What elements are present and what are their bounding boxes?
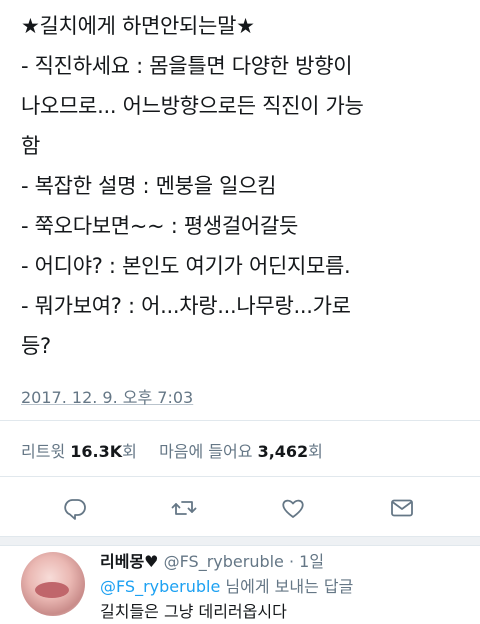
share-button[interactable] <box>386 492 418 524</box>
tweet-line: - 뭐가보여? : 어...차랑...나무랑...가로 <box>21 294 351 318</box>
tweet-line: - 쭉오다보면~~ : 평생걸어갈듯 <box>21 214 298 238</box>
tweet-line: - 복잡한 설명 : 멘붕을 일으킴 <box>21 174 277 198</box>
reply-mention-link[interactable]: @FS_ryberuble <box>100 577 220 596</box>
reply-header: 리베몽♥ @FS_ryberuble · 1일 <box>100 552 325 571</box>
tweet-text: ★길치에게 하면안되는말★ - 직진하세요 : 몸을틀면 다양한 방향이 나오므… <box>21 6 466 366</box>
divider <box>0 420 480 421</box>
reply-icon <box>64 499 86 520</box>
like-unit: 회 <box>308 442 323 461</box>
tweet-stats: 리트윗 16.3K회 마음에 들어요 3,462회 <box>21 438 323 462</box>
like-button[interactable] <box>277 492 309 524</box>
tweet-action-bar <box>0 492 480 524</box>
retweet-unit: 회 <box>122 442 137 461</box>
reply-tweet[interactable]: 리베몽♥ @FS_ryberuble · 1일 @FS_ryberuble 님에… <box>0 546 480 624</box>
tweet-line: - 직진하세요 : 몸을틀면 다양한 방향이 <box>21 54 353 78</box>
tweet-timestamp-link[interactable]: 2017. 12. 9. 오후 7:03 <box>21 384 193 408</box>
like-heart-icon <box>282 499 304 518</box>
reply-text: 길치들은 그냥 데리러옵시다 <box>100 602 287 621</box>
tweet-detail-page: ★길치에게 하면안되는말★ - 직진하세요 : 몸을틀면 다양한 방향이 나오므… <box>0 0 480 624</box>
section-separator <box>0 536 480 546</box>
retweet-button[interactable] <box>168 492 200 524</box>
reply-age: 1일 <box>299 552 325 571</box>
tweet-line: 등? <box>21 334 51 358</box>
tweet-line: - 어디야? : 본인도 여기가 어딘지모름. <box>21 254 351 278</box>
reply-author-handle[interactable]: @FS_ryberuble <box>164 552 284 571</box>
divider <box>0 476 480 477</box>
like-label: 마음에 들어요 <box>159 442 253 461</box>
reply-context-text: 님에게 보내는 답글 <box>220 577 354 596</box>
avatar[interactable] <box>21 552 85 616</box>
reply-author-name[interactable]: 리베몽♥ <box>100 552 159 571</box>
retweet-icon <box>171 501 197 515</box>
reply-button[interactable] <box>59 492 91 524</box>
retweet-label: 리트윗 <box>21 442 66 461</box>
retweet-count[interactable]: 16.3K <box>70 442 122 461</box>
tweet-line: 함 <box>21 134 41 158</box>
reply-context: @FS_ryberuble 님에게 보내는 답글 <box>100 573 353 597</box>
tweet-line: ★길치에게 하면안되는말★ <box>21 14 255 38</box>
like-count[interactable]: 3,462 <box>258 442 309 461</box>
tweet-line: 나오므로... 어느방향으로든 직진이 가능 <box>21 94 364 118</box>
share-mail-icon <box>391 499 413 517</box>
